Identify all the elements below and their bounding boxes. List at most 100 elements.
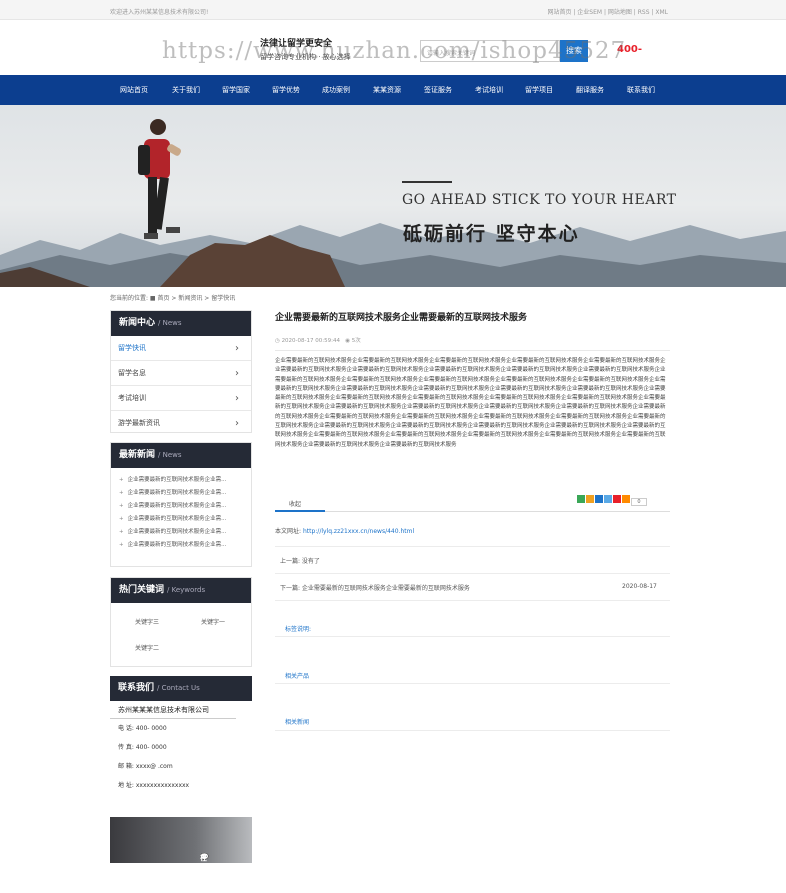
banner-chinese-slogan: 砥砺前行 坚守本心 — [403, 223, 580, 245]
nav-item-projects[interactable]: 留学项目 — [525, 75, 553, 105]
news-title: 企业需要最新的互联网技术服务企业需... — [127, 529, 227, 535]
sidebar-item-label: 游学最新资讯 — [118, 419, 160, 427]
article-meta: ◷ 2020-08-17 00:59:44 ◉ 5次 — [275, 336, 361, 344]
sidebar-latest-title: 最新新闻 — [119, 450, 156, 460]
news-title: 企业需要最新的互联网技术服务企业需... — [127, 503, 227, 509]
share-qzone-icon[interactable] — [586, 495, 594, 503]
bullet-icon: + — [119, 490, 124, 496]
article: 企业需要最新的互联网技术服务企业需要最新的互联网技术服务 ◷ 2020-08-1… — [275, 310, 670, 448]
nav-item-advantages[interactable]: 留学优势 — [272, 75, 300, 105]
divider — [275, 730, 670, 731]
sidebar-keywords-title: 热门关键词 — [119, 585, 165, 595]
share-count: 0 — [631, 498, 647, 506]
sidebar-item-study-info[interactable]: 留学名息 › — [111, 361, 251, 386]
sidebar-contact-en: / Contact Us — [157, 684, 200, 692]
sidebar-category-title: 新闻中心 — [119, 318, 156, 328]
prev-article-link[interactable]: 上一篇: 没有了 — [280, 556, 320, 565]
news-title: 企业需要最新的互联网技术服务企业需... — [127, 477, 227, 483]
article-url-row: 本文网址: http://lylq.zz21xxx.cn/news/440.ht… — [275, 526, 414, 535]
chevron-right-icon: › — [235, 368, 239, 379]
sidebar-contact-header: 联系我们 / Contact Us — [110, 676, 252, 701]
breadcrumb[interactable]: 您当前的位置: ■ 首页 > 新闻资讯 > 留学快讯 — [110, 293, 235, 302]
nav-item-countries[interactable]: 留学国家 — [222, 75, 250, 105]
sidebar-contact-box: 联系我们 / Contact Us 苏州某某某信息技术有限公司 电 话: 400-… — [110, 676, 252, 807]
nav-item-visa[interactable]: 签证服务 — [424, 75, 452, 105]
online-message-button[interactable]: 💬 在线留言 — [110, 817, 252, 892]
news-title: 企业需要最新的互联网技术服务企业需... — [127, 490, 227, 496]
bullet-icon: + — [119, 529, 124, 535]
keyword-link[interactable]: 关键字二 — [135, 643, 159, 652]
divider — [275, 546, 670, 547]
eye-icon: ◉ — [345, 338, 351, 344]
share-renren-icon[interactable] — [595, 495, 603, 503]
keyword-link[interactable]: 关键字三 — [135, 617, 159, 626]
list-item[interactable]: + 企业需要最新的互联网技术服务企业需... — [111, 513, 251, 526]
sidebar-latest-en: / News — [158, 451, 182, 459]
banner-english-slogan: GO AHEAD STICK TO YOUR HEART — [402, 192, 677, 208]
list-item[interactable]: + 企业需要最新的互联网技术服务企业需... — [111, 539, 251, 552]
share-weibo-icon[interactable] — [613, 495, 621, 503]
related-news-heading[interactable]: 相关新闻 — [285, 717, 309, 726]
next-article-link[interactable]: 下一篇: 企业需要最新的互联网技术服务企业需要最新的互联网技术服务 — [280, 583, 470, 592]
top-links[interactable]: 网站首页 | 企业SEM | 网站地图 | RSS | XML — [547, 7, 668, 16]
article-title: 企业需要最新的互联网技术服务企业需要最新的互联网技术服务 — [275, 313, 528, 323]
welcome-text: 欢迎进入苏州某某信息技术有限公司! — [110, 9, 209, 16]
nav-item-about[interactable]: 关于我们 — [172, 75, 200, 105]
search-input[interactable]: 请输入搜索关键词 — [420, 40, 560, 62]
tab-collapse[interactable]: 收起 — [289, 499, 301, 508]
clock-icon: ◷ — [275, 338, 280, 344]
header: 法律让留学更安全 留学咨询专业机构 · 放心选择 请输入搜索关键词 搜索 400… — [0, 20, 786, 75]
chevron-right-icon: › — [235, 393, 239, 404]
nav-item-translation[interactable]: 翻译服务 — [576, 75, 604, 105]
chevron-right-icon: › — [235, 418, 239, 429]
share-tqq-icon[interactable] — [604, 495, 612, 503]
nav-item-resources[interactable]: 某某资源 — [373, 75, 401, 105]
slogan-title: 法律让留学更安全 — [260, 39, 333, 49]
share-more-icon[interactable] — [622, 495, 630, 503]
article-date: 2020-08-17 00:59:44 — [281, 338, 340, 344]
list-item[interactable]: + 企业需要最新的互联网技术服务企业需... — [111, 500, 251, 513]
divider — [275, 350, 670, 351]
next-article-date: 2020-08-17 — [622, 583, 657, 590]
contact-email: 邮 箱: xxxx@ .com — [118, 763, 173, 770]
hero-banner: GO AHEAD STICK TO YOUR HEART 砥砺前行 坚守本心 — [0, 105, 786, 287]
bullet-icon: + — [119, 542, 124, 548]
nav-item-home[interactable]: 网站首页 — [120, 75, 148, 105]
search-button[interactable]: 搜索 — [560, 40, 588, 62]
divider — [275, 636, 670, 637]
logo-slogan[interactable]: 法律让留学更安全 留学咨询专业机构 · 放心选择 — [260, 36, 400, 62]
article-views: 5次 — [351, 338, 361, 344]
nav-item-contact[interactable]: 联系我们 — [627, 75, 655, 105]
nav-item-exam[interactable]: 考试培训 — [475, 75, 503, 105]
list-item[interactable]: + 企业需要最新的互联网技术服务企业需... — [111, 487, 251, 500]
list-item[interactable]: + 企业需要最新的互联网技术服务企业需... — [111, 474, 251, 487]
sidebar-category-en: / News — [158, 319, 182, 327]
article-url-link[interactable]: http://lylq.zz21xxx.cn/news/440.html — [303, 528, 414, 535]
share-bar: 0 — [577, 495, 648, 506]
contact-phone: 电 话: 400- 0000 — [118, 725, 167, 732]
list-item[interactable]: + 企业需要最新的互联网技术服务企业需... — [111, 526, 251, 539]
sidebar-item-exam-training[interactable]: 考试培训 › — [111, 386, 251, 411]
nav-item-cases[interactable]: 成功案例 — [322, 75, 350, 105]
tab-active-indicator — [275, 510, 325, 512]
top-bar: 欢迎进入苏州某某信息技术有限公司! 网站首页 | 企业SEM | 网站地图 | … — [0, 0, 786, 20]
bullet-icon: + — [119, 516, 124, 522]
related-products-heading[interactable]: 相关产品 — [285, 671, 309, 680]
article-body: 企业需要最新的互联网技术服务企业需要最新的互联网技术服务企业需要最新的互联网技术… — [275, 358, 666, 448]
sidebar-keywords-header: 热门关键词 / Keywords — [111, 578, 251, 603]
hiker-figure-image — [138, 119, 182, 239]
divider — [275, 573, 670, 574]
sidebar-keywords-en: / Keywords — [167, 586, 206, 594]
slogan-subtitle: 留学咨询专业机构 · 放心选择 — [260, 53, 351, 61]
bullet-icon: + — [119, 503, 124, 509]
sidebar-item-label: 考试培训 — [118, 394, 146, 402]
url-label: 本文网址: — [275, 528, 302, 535]
company-name: 苏州某某某信息技术有限公司 — [110, 701, 236, 719]
sidebar-contact-title: 联系我们 — [118, 683, 155, 693]
share-wechat-icon[interactable] — [577, 495, 585, 503]
sidebar-item-tour-news[interactable]: 游学最新资讯 › — [111, 411, 251, 436]
sidebar-category-box: 新闻中心 / News 留学快讯 › 留学名息 › 考试培训 › 游学最新资讯 › — [110, 310, 252, 433]
sidebar-item-study-news[interactable]: 留学快讯 › — [111, 336, 251, 361]
tags-label: 标签说明: — [285, 626, 312, 633]
keyword-link[interactable]: 关键字一 — [201, 617, 225, 626]
